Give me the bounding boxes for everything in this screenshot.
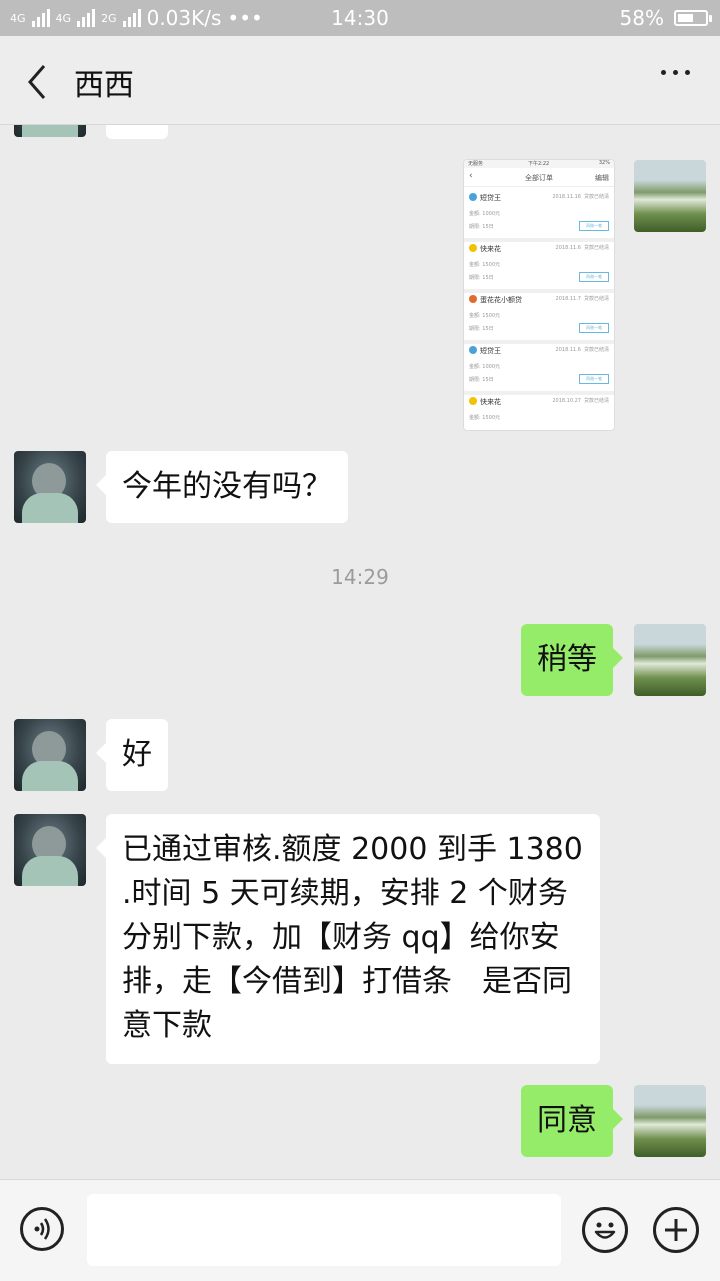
input-bar bbox=[0, 1179, 720, 1281]
order-date-status: 2018.11.7 bbox=[555, 296, 581, 302]
order-name: 短贷王 bbox=[480, 347, 501, 355]
avatar-body bbox=[22, 125, 78, 137]
order-amount: 金额: 1500元 bbox=[469, 313, 500, 319]
image-status-time: 下午2:22 bbox=[528, 161, 550, 167]
message-input[interactable] bbox=[87, 1194, 561, 1266]
plus-button[interactable] bbox=[653, 1207, 699, 1253]
order-amount: 金额: 1000元 bbox=[469, 211, 500, 217]
order-icon bbox=[469, 397, 477, 405]
avatar-contact[interactable] bbox=[14, 451, 86, 523]
battery-fill bbox=[678, 14, 694, 22]
order-term: 期限: 15日 bbox=[469, 224, 494, 230]
more-button[interactable] bbox=[661, 70, 690, 75]
avatar-self[interactable] bbox=[634, 1085, 706, 1157]
message-bubble-right[interactable]: 同意 bbox=[521, 1085, 623, 1157]
status-right: 58% bbox=[619, 6, 712, 30]
more-dots-icon bbox=[661, 70, 666, 75]
image-title: 全部订单 bbox=[525, 174, 553, 182]
order-status: 贷款已结清 bbox=[583, 296, 609, 302]
message-bubble-right[interactable]: 稍等 bbox=[521, 624, 623, 696]
order-date-status: 2018.11.6 bbox=[555, 245, 581, 251]
image-order-card: 短贷王 2018.11.6 贷款已结清金额: 1000元 期限: 15日 再借一笔 bbox=[464, 340, 614, 395]
image-status-bar: 无服务 下午2:22 32% bbox=[464, 160, 614, 168]
order-amount: 金额: 1500元 bbox=[469, 262, 500, 268]
image-status-right: 32% bbox=[598, 160, 610, 166]
emoji-button[interactable] bbox=[582, 1207, 628, 1253]
order-meta: 2018.10.27 贷款已结清 bbox=[552, 397, 609, 404]
avatar-contact[interactable] bbox=[14, 814, 86, 886]
chevron-left-icon bbox=[28, 65, 46, 99]
voice-icon bbox=[34, 1218, 50, 1240]
order-status: 贷款已结清 bbox=[583, 398, 609, 404]
plus-icon bbox=[665, 1219, 687, 1241]
chat-header: 西西 bbox=[0, 36, 720, 125]
image-edit: 编辑 bbox=[595, 174, 609, 182]
message-text: 稍等 bbox=[537, 642, 597, 677]
order-term: 期限: 15日 bbox=[469, 377, 494, 383]
order-button: 再借一笔 bbox=[579, 323, 609, 333]
order-icon bbox=[469, 244, 477, 252]
avatar-body bbox=[22, 856, 78, 886]
chat-area[interactable]: 无服务 下午2:22 32% ‹ 全部订单 编辑 短贷王 2018.11.16 贷款… bbox=[0, 125, 720, 1179]
message-bubble-left[interactable]: 今年的没有吗？ bbox=[96, 451, 348, 523]
battery-icon bbox=[674, 10, 712, 26]
image-order-card: 蛋花花小额贷 2018.11.7 贷款已结清金额: 1500元 期限: 15日 再借一笔 bbox=[464, 289, 614, 344]
message-bubble-left[interactable]: 已通过审核.额度 2000 到手 1380 .时间 5 天可续期，安排 2 个财… bbox=[96, 814, 600, 1064]
message-text: 已通过审核.额度 2000 到手 1380 .时间 5 天可续期，安排 2 个财… bbox=[122, 832, 583, 1043]
avatar-self[interactable] bbox=[634, 160, 706, 232]
order-name: 蛋花花小额贷 bbox=[480, 296, 522, 304]
order-name: 快来花 bbox=[480, 398, 501, 406]
order-icon bbox=[469, 346, 477, 354]
emoji-icon bbox=[594, 1222, 616, 1239]
order-meta: 2018.11.7 贷款已结清 bbox=[556, 295, 609, 302]
order-amount: 金额: 1000元 bbox=[469, 364, 500, 370]
order-name: 快来花 bbox=[480, 245, 501, 253]
order-date-status: 2018.11.6 bbox=[555, 347, 581, 353]
image-order-card: 快来花 2018.10.27 贷款已结清金额: 1500元 bbox=[464, 391, 614, 430]
order-date-status: 2018.10.27 bbox=[552, 398, 581, 404]
status-time: 14:30 bbox=[331, 6, 389, 30]
image-order-card: 短贷王 2018.11.16 贷款已结清金额: 1000元 期限: 15日 再借一笔 bbox=[464, 187, 614, 242]
order-amount: 金额: 1500元 bbox=[469, 415, 500, 421]
chat-timestamp: 14:29 bbox=[331, 565, 389, 589]
order-icon bbox=[469, 295, 477, 303]
order-icon bbox=[469, 193, 477, 201]
order-button: 再借一笔 bbox=[579, 272, 609, 282]
order-date-status: 2018.11.16 bbox=[552, 194, 581, 200]
order-term: 期限: 15日 bbox=[469, 326, 494, 332]
voice-button[interactable] bbox=[20, 1207, 64, 1251]
image-nav: ‹ 全部订单 编辑 bbox=[464, 168, 614, 187]
order-meta: 2018.11.6 贷款已结清 bbox=[556, 244, 609, 251]
message-text: 今年的没有吗？ bbox=[122, 469, 332, 504]
message-bubble-left[interactable] bbox=[106, 125, 168, 139]
order-meta: 2018.11.16 贷款已结清 bbox=[552, 193, 609, 200]
order-name: 短贷王 bbox=[480, 194, 501, 202]
avatar-body bbox=[22, 493, 78, 523]
image-status-left: 无服务 bbox=[468, 161, 484, 167]
avatar-contact[interactable] bbox=[14, 125, 86, 137]
message-bubble-left[interactable]: 好 bbox=[96, 719, 168, 791]
order-status: 贷款已结清 bbox=[583, 245, 609, 251]
image-order-card: 快来花 2018.11.6 贷款已结清金额: 1500元 期限: 15日 再借一笔 bbox=[464, 238, 614, 293]
order-term: 期限: 15日 bbox=[469, 275, 494, 281]
avatar-self[interactable] bbox=[634, 624, 706, 696]
order-status: 贷款已结清 bbox=[583, 347, 609, 353]
battery-percent: 58% bbox=[619, 6, 664, 30]
back-button[interactable] bbox=[22, 62, 62, 102]
order-meta: 2018.11.6 贷款已结清 bbox=[556, 346, 609, 353]
status-bar: 4G 4G 2G 0.03K/s ••• 14:30 58% bbox=[0, 0, 720, 36]
order-button: 再借一笔 bbox=[579, 221, 609, 231]
message-text: 好 bbox=[122, 737, 152, 772]
avatar-contact[interactable] bbox=[14, 719, 86, 791]
chat-title: 西西 bbox=[74, 68, 134, 103]
order-button: 再借一笔 bbox=[579, 374, 609, 384]
more-dot bbox=[673, 70, 678, 75]
message-text: 同意 bbox=[537, 1103, 597, 1138]
more-dot bbox=[685, 70, 690, 75]
order-status: 贷款已结清 bbox=[583, 194, 609, 200]
avatar-body bbox=[22, 761, 78, 791]
message-image[interactable]: 无服务 下午2:22 32% ‹ 全部订单 编辑 短贷王 2018.11.16 贷款… bbox=[464, 160, 614, 430]
